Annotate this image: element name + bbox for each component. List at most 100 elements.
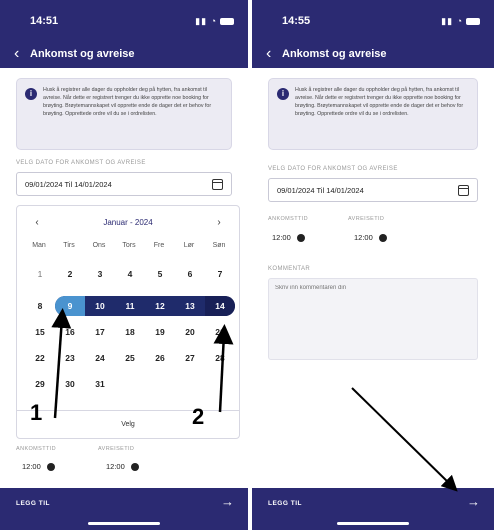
departure-time-field[interactable]: 12:00 (354, 233, 387, 243)
calendar-header: ‹ Januar - 2024 › (17, 214, 239, 232)
date-label: VELG DATO FOR ANKOMST OG AVREISE (268, 166, 398, 172)
calendar-day[interactable]: 6 (176, 264, 204, 284)
left-screen: 14:51 ▮▮ ◔ ‹ Ankomst og avreise i Husk å… (0, 0, 248, 530)
calendar-day[interactable]: 17 (86, 322, 114, 342)
weekday-label: Søn (212, 242, 226, 249)
calendar-day[interactable]: 30 (56, 374, 84, 394)
add-button-label: LEGG TIL (16, 500, 50, 507)
arrival-time-value: 12:00 (272, 233, 291, 242)
calendar-day[interactable]: 2 (56, 264, 84, 284)
calendar-grid: 1 2 3 4 5 6 7 8 9 10 11 12 13 14 15 16 17 18 19 20 21 22 23 24 2… (25, 264, 235, 409)
departure-time-value: 12:00 (354, 233, 373, 242)
nav-bar: ‹ Ankomst og avreise (252, 42, 494, 68)
home-indicator (337, 522, 409, 525)
info-text: Husk å registrer alle dager du oppholder… (43, 87, 212, 117)
status-bar: 14:51 ▮▮ ◔ (0, 0, 248, 42)
wifi-icon: ◔ (210, 16, 217, 26)
arrow-right-icon[interactable]: → (467, 494, 480, 509)
calendar-day[interactable]: 24 (86, 348, 114, 368)
calendar-day[interactable]: 5 (146, 264, 174, 284)
calendar-day[interactable]: 26 (146, 348, 174, 368)
nav-bar: ‹ Ankomst og avreise (0, 42, 248, 68)
page-title: Ankomst og avreise (282, 48, 387, 60)
comment-field[interactable] (268, 278, 478, 360)
arrival-time-label: ANKOMSTTID (268, 216, 309, 222)
status-time: 14:55 (282, 15, 311, 27)
weekday-label: Tors (122, 242, 136, 249)
back-icon[interactable]: ‹ (14, 45, 19, 63)
weekday-label: Ons (92, 242, 106, 249)
wifi-icon: ◔ (456, 16, 463, 26)
calendar-day[interactable]: 31 (86, 374, 114, 394)
annotation-1: 1 (30, 400, 43, 425)
date-range-value: 09/01/2024 Til 14/01/2024 (277, 186, 364, 195)
arrival-time-label: ANKOMSTTID (16, 446, 57, 452)
next-month-icon[interactable]: › (211, 217, 227, 228)
calendar-day[interactable]: 11 (116, 296, 144, 316)
date-range-field[interactable]: 09/01/2024 Til 14/01/2024 (268, 178, 478, 202)
arrival-time-field[interactable]: 12:00 (22, 462, 55, 472)
status-bar: 14:55 ▮▮ ◔ (252, 0, 494, 42)
confirm-button[interactable]: Velg (17, 410, 239, 438)
calendar-day[interactable]: 16 (56, 322, 84, 342)
weekday-label: Lør (183, 242, 195, 249)
calendar-day[interactable]: 22 (26, 348, 54, 368)
info-icon: i (277, 88, 289, 100)
calendar-day[interactable]: 21 (206, 322, 234, 342)
calendar-day[interactable]: 7 (206, 264, 234, 284)
comment-label: KOMMENTAR (268, 266, 311, 272)
calendar-day[interactable]: 25 (116, 348, 144, 368)
back-icon[interactable]: ‹ (266, 45, 271, 63)
calendar-day[interactable]: 12 (146, 296, 174, 316)
calendar-day[interactable]: 10 (86, 296, 114, 316)
annotation-2: 2 (192, 404, 205, 429)
clock-icon (296, 234, 305, 243)
add-button-bar[interactable]: LEGG TIL → (252, 488, 494, 530)
calendar-day[interactable]: 4 (116, 264, 144, 284)
calendar-day[interactable]: 18 (116, 322, 144, 342)
arrow-right-icon[interactable]: → (221, 494, 234, 509)
calendar-day[interactable]: 23 (56, 348, 84, 368)
departure-time-field[interactable]: 12:00 (106, 462, 139, 472)
date-label: VELG DATO FOR ANKOMST OG AVREISE (16, 160, 146, 166)
signal-icon: ▮▮ (195, 16, 208, 26)
calendar-day[interactable]: 27 (176, 348, 204, 368)
clock-icon (130, 463, 139, 472)
calendar-icon[interactable] (212, 179, 223, 190)
date-range-field[interactable]: 09/01/2024 Til 14/01/2024 (16, 172, 232, 196)
calendar-day[interactable]: 20 (176, 322, 204, 342)
calendar-icon[interactable] (458, 185, 469, 196)
calendar-day[interactable]: 8 (26, 296, 54, 316)
calendar-day[interactable]: 28 (206, 348, 234, 368)
battery-icon (220, 18, 234, 26)
weekday-label: Fre (153, 242, 165, 249)
departure-time-label: AVREISETID (348, 216, 385, 222)
status-icons: ▮▮ ◔ (441, 16, 480, 27)
calendar-day[interactable]: 1 (26, 264, 54, 284)
calendar-day[interactable]: 9 (56, 296, 84, 316)
clock-icon (378, 234, 387, 243)
comment-input[interactable] (275, 285, 465, 291)
calendar-day[interactable]: 19 (146, 322, 174, 342)
departure-time-label: AVREISETID (98, 446, 135, 452)
add-button-bar[interactable]: LEGG TIL → (0, 488, 248, 530)
signal-icon: ▮▮ (441, 16, 454, 26)
battery-icon (466, 18, 480, 26)
date-picker: ‹ Januar - 2024 › Man Tirs Ons Tors Fre Lør Sø… (16, 205, 240, 439)
calendar-day[interactable]: 3 (86, 264, 114, 284)
calendar-day[interactable]: 14 (206, 296, 234, 316)
clock-icon (46, 463, 55, 472)
info-box: i Husk å registrer alle dager du opphold… (268, 78, 478, 150)
status-time: 14:51 (30, 15, 59, 27)
weekday-label: Man (32, 242, 46, 249)
info-icon: i (25, 88, 37, 100)
calendar-day[interactable]: 29 (26, 374, 54, 394)
arrival-time-field[interactable]: 12:00 (272, 233, 305, 243)
departure-time-value: 12:00 (106, 462, 125, 471)
calendar-day[interactable]: 13 (176, 296, 204, 316)
arrival-time-value: 12:00 (22, 462, 41, 471)
info-box: i Husk å registrer alle dager du opphold… (16, 78, 232, 150)
calendar-day[interactable]: 15 (26, 322, 54, 342)
calendar-month: Januar - 2024 (103, 218, 153, 227)
add-button-label: LEGG TIL (268, 500, 302, 507)
